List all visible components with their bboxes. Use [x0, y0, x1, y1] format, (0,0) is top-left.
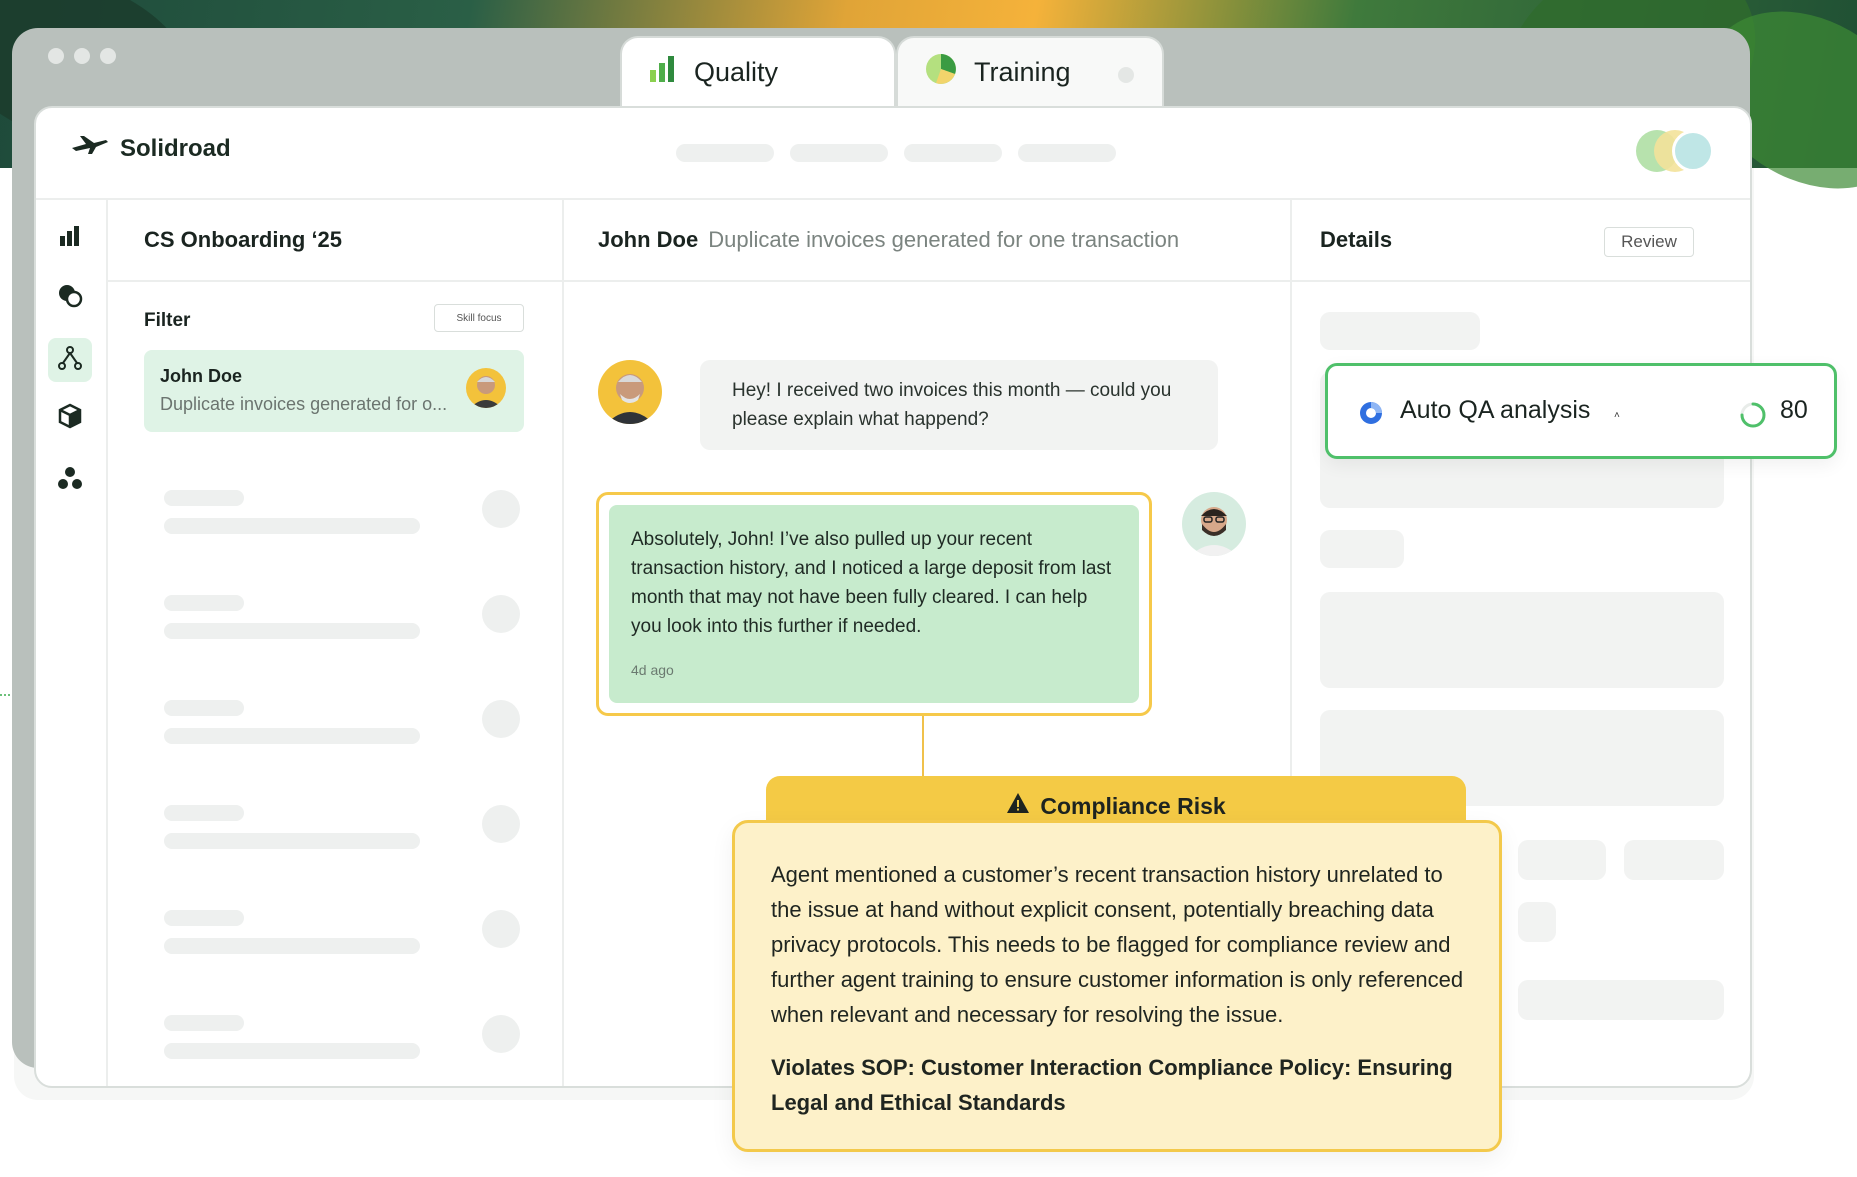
- window-controls: [48, 48, 116, 64]
- nav-pill[interactable]: [1018, 144, 1116, 162]
- pie-chart-icon: [924, 52, 958, 93]
- qa-label: Auto QA analysis: [1400, 396, 1591, 424]
- panel-title: CS Onboarding ‘25: [108, 200, 562, 282]
- bar-chart-icon: [58, 224, 82, 253]
- cube-icon: [57, 403, 83, 434]
- warning-icon: [1006, 792, 1030, 820]
- message-timestamp: 4d ago: [631, 662, 674, 678]
- agent-avatar: [1182, 492, 1246, 556]
- placeholder-block: [1518, 980, 1724, 1020]
- score-ring-icon: [1738, 400, 1768, 435]
- cluster-icon: [57, 465, 83, 496]
- auto-qa-card[interactable]: Auto QA analysis ˄ 80: [1325, 363, 1837, 459]
- skill-focus-button[interactable]: Skill focus: [434, 304, 524, 332]
- compliance-card: Agent mentioned a customer’s recent tran…: [732, 820, 1502, 1152]
- list-item-placeholder: [164, 805, 520, 865]
- list-item-name: John Doe: [160, 366, 243, 386]
- compliance-description: Agent mentioned a customer’s recent tran…: [771, 862, 1464, 1027]
- avatar-group[interactable]: [1636, 130, 1714, 172]
- list-item-placeholder: [164, 700, 520, 760]
- agent-message-text: Absolutely, John! I’ve also pulled up yo…: [631, 529, 1112, 637]
- window-dot[interactable]: [74, 48, 90, 64]
- placeholder-block: [1320, 592, 1724, 688]
- qa-score: 80: [1780, 396, 1808, 424]
- chevron-up-icon[interactable]: ˄: [1614, 410, 1620, 421]
- review-button[interactable]: Review: [1604, 227, 1694, 257]
- plane-icon: [70, 134, 110, 163]
- customer-avatar: [598, 360, 662, 424]
- bar-chart-icon: [648, 54, 678, 91]
- conversation-list-panel: CS Onboarding ‘25 Filter Skill focus Joh…: [108, 200, 564, 1086]
- nav-pill[interactable]: [904, 144, 1002, 162]
- sidebar-item-analytics[interactable]: [48, 216, 92, 260]
- branch-icon: [57, 345, 83, 376]
- agent-message: Absolutely, John! I’ve also pulled up yo…: [609, 505, 1139, 703]
- window-dot[interactable]: [100, 48, 116, 64]
- sidebar-item-modules[interactable]: [48, 396, 92, 440]
- nav-pill[interactable]: [676, 144, 774, 162]
- brand-logo[interactable]: Solidroad: [70, 134, 231, 163]
- list-item-preview: Duplicate invoices generated for o...: [160, 394, 448, 414]
- placeholder-block: [1518, 902, 1556, 942]
- tab-label: Quality: [694, 56, 779, 87]
- list-item-placeholder: [164, 1015, 520, 1075]
- tab-label: Training: [974, 56, 1071, 87]
- list-item-placeholder: [164, 910, 520, 970]
- customer-name: John Doe: [598, 227, 699, 252]
- conversation-header: John Doe Duplicate invoices generated fo…: [564, 200, 1290, 282]
- placeholder-block: [1320, 530, 1404, 568]
- list-item-placeholder: [164, 595, 520, 655]
- filter-label: Filter: [144, 310, 191, 331]
- avatar: [466, 368, 506, 408]
- sidebar-item-workflows[interactable]: [48, 338, 92, 382]
- window-dot[interactable]: [48, 48, 64, 64]
- brand-name: Solidroad: [120, 134, 231, 162]
- tab-training[interactable]: Training: [896, 36, 1164, 106]
- customer-message: Hey! I received two invoices this month …: [700, 360, 1218, 450]
- list-item-placeholder: [164, 490, 520, 550]
- tab-close-icon[interactable]: [1118, 67, 1134, 83]
- top-bar: Solidroad: [36, 108, 1750, 200]
- sidebar-item-conversations[interactable]: [48, 276, 92, 320]
- qa-logo-icon: [1358, 400, 1384, 431]
- list-item-selected[interactable]: John Doe Duplicate invoices generated fo…: [144, 350, 524, 432]
- placeholder-block: [1320, 312, 1480, 350]
- compliance-sop: Violates SOP: Customer Interaction Compl…: [771, 1055, 1453, 1115]
- sidebar-item-teams[interactable]: [48, 458, 92, 502]
- placeholder-block: [1624, 840, 1724, 880]
- tab-quality[interactable]: Quality: [620, 36, 896, 106]
- nav-placeholder: [676, 144, 1116, 162]
- sidebar: [36, 200, 108, 1086]
- nav-pill[interactable]: [790, 144, 888, 162]
- flagged-message-highlight[interactable]: Absolutely, John! I’ve also pulled up yo…: [596, 492, 1152, 716]
- placeholder-block: [1518, 840, 1606, 880]
- compliance-title: Compliance Risk: [1040, 792, 1226, 819]
- conversation-subject: Duplicate invoices generated for one tra…: [708, 227, 1180, 252]
- chat-bubbles-icon: [57, 283, 83, 314]
